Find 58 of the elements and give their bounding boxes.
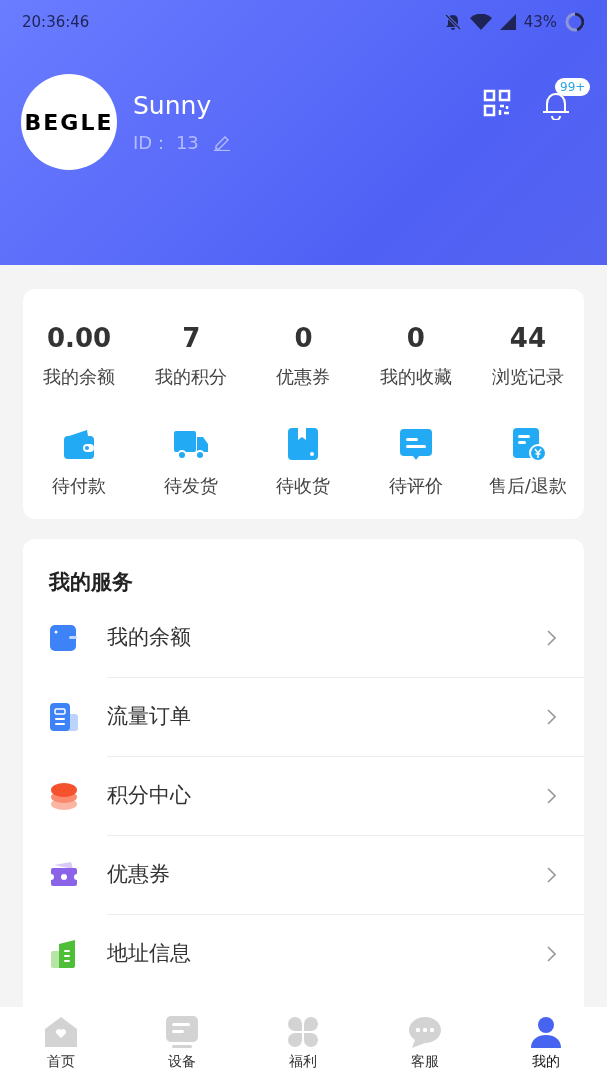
order-status-item[interactable]: 待评价: [359, 426, 472, 499]
chevron-right-icon: [547, 946, 556, 962]
stat-label[interactable]: 优惠券: [276, 363, 331, 390]
stat-value: 0.00: [47, 322, 112, 355]
order-status-item[interactable]: 售后/退款: [471, 426, 584, 499]
battery-ring-icon: [565, 12, 585, 32]
wifi-icon: [469, 14, 492, 30]
chevron-right-icon: [547, 787, 556, 804]
stat-value: 0: [294, 322, 313, 355]
services-title: 我的服务: [47, 569, 134, 596]
service-label: 优惠券: [107, 860, 170, 888]
qr-code-icon[interactable]: [483, 89, 511, 117]
comment-icon: [397, 426, 434, 462]
chevron-right-icon: [547, 708, 556, 725]
service-label: 我的余额: [107, 623, 191, 651]
status-time: 20:36:46: [22, 11, 90, 33]
signal-icon: [499, 14, 516, 30]
service-row[interactable]: 积分中心: [23, 756, 584, 836]
stat-value: 44: [509, 322, 546, 355]
tab-item[interactable]: 我的: [485, 1007, 607, 1080]
stat-value: 0: [406, 322, 425, 355]
card-icon: [49, 623, 79, 653]
tab-item[interactable]: 客服: [364, 1007, 486, 1080]
muted-bell-icon: [443, 13, 462, 31]
order-status-item[interactable]: 待付款: [23, 426, 136, 499]
order-status-item[interactable]: 待收货: [247, 426, 360, 499]
service-label: 积分中心: [107, 781, 191, 809]
stat-label[interactable]: 我的余额: [43, 363, 116, 390]
order-status-label: 待付款: [52, 474, 107, 498]
tab-item[interactable]: 首页: [0, 1007, 122, 1080]
user-id: ID： 13: [133, 130, 199, 155]
stat-label[interactable]: 我的收藏: [379, 363, 452, 390]
avatar[interactable]: BEGLE: [21, 74, 117, 170]
stat-label[interactable]: 浏览记录: [491, 363, 564, 390]
order-status-label: 待发货: [164, 474, 219, 498]
order-status-label: 售后/退款: [488, 474, 567, 498]
service-row[interactable]: 我的余额: [23, 598, 584, 678]
service-row[interactable]: 地址信息: [23, 914, 584, 994]
logo-text: BEGLE: [24, 108, 114, 137]
order-status-label: 待收货: [276, 474, 331, 498]
chevron-right-icon: [547, 629, 556, 646]
order-status-label: 待评价: [388, 474, 443, 498]
tab-item[interactable]: 福利: [242, 1007, 365, 1080]
chevron-right-icon: [547, 866, 556, 883]
order-status-item[interactable]: 待发货: [135, 426, 248, 499]
battery-percent: 43%: [523, 11, 557, 33]
coin-stack-icon: [49, 781, 79, 811]
document-icon: [49, 702, 79, 732]
bell-icon[interactable]: [541, 90, 571, 120]
stat-label[interactable]: 我的积分: [155, 363, 228, 390]
notification-badge: 99+: [555, 78, 591, 96]
service-row[interactable]: 优惠券: [23, 835, 584, 915]
user-name: Sunny: [133, 89, 213, 122]
service-label: 地址信息: [107, 940, 191, 968]
service-row[interactable]: 流量订单: [23, 677, 584, 757]
tab-item[interactable]: 设备: [121, 1007, 243, 1080]
stat-value: 7: [182, 322, 201, 355]
service-label: 流量订单: [107, 702, 191, 730]
